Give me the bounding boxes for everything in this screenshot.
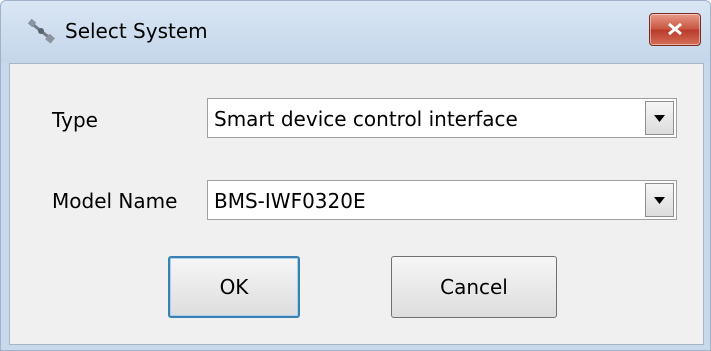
model-name-select[interactable]: BMS-IWF0320E bbox=[207, 180, 677, 220]
type-select[interactable]: Smart device control interface bbox=[207, 98, 677, 138]
title-bar[interactable]: Select System bbox=[1, 1, 710, 63]
type-label: Type bbox=[52, 108, 98, 132]
close-icon bbox=[668, 22, 682, 36]
select-system-dialog: Select System Type Smart device control … bbox=[0, 0, 711, 351]
chevron-down-icon bbox=[654, 197, 665, 204]
model-name-select-value: BMS-IWF0320E bbox=[214, 189, 366, 213]
close-button[interactable] bbox=[649, 13, 701, 46]
cancel-button[interactable]: Cancel bbox=[391, 256, 557, 318]
window-title: Select System bbox=[65, 19, 208, 43]
satellite-icon bbox=[25, 15, 59, 49]
model-name-label: Model Name bbox=[52, 189, 178, 213]
type-dropdown-button[interactable] bbox=[645, 101, 674, 135]
type-select-value: Smart device control interface bbox=[214, 107, 518, 131]
model-name-dropdown-button[interactable] bbox=[645, 183, 674, 217]
chevron-down-icon bbox=[654, 115, 665, 122]
ok-button[interactable]: OK bbox=[168, 256, 300, 318]
dialog-body: Type Smart device control interface Mode… bbox=[9, 63, 704, 345]
